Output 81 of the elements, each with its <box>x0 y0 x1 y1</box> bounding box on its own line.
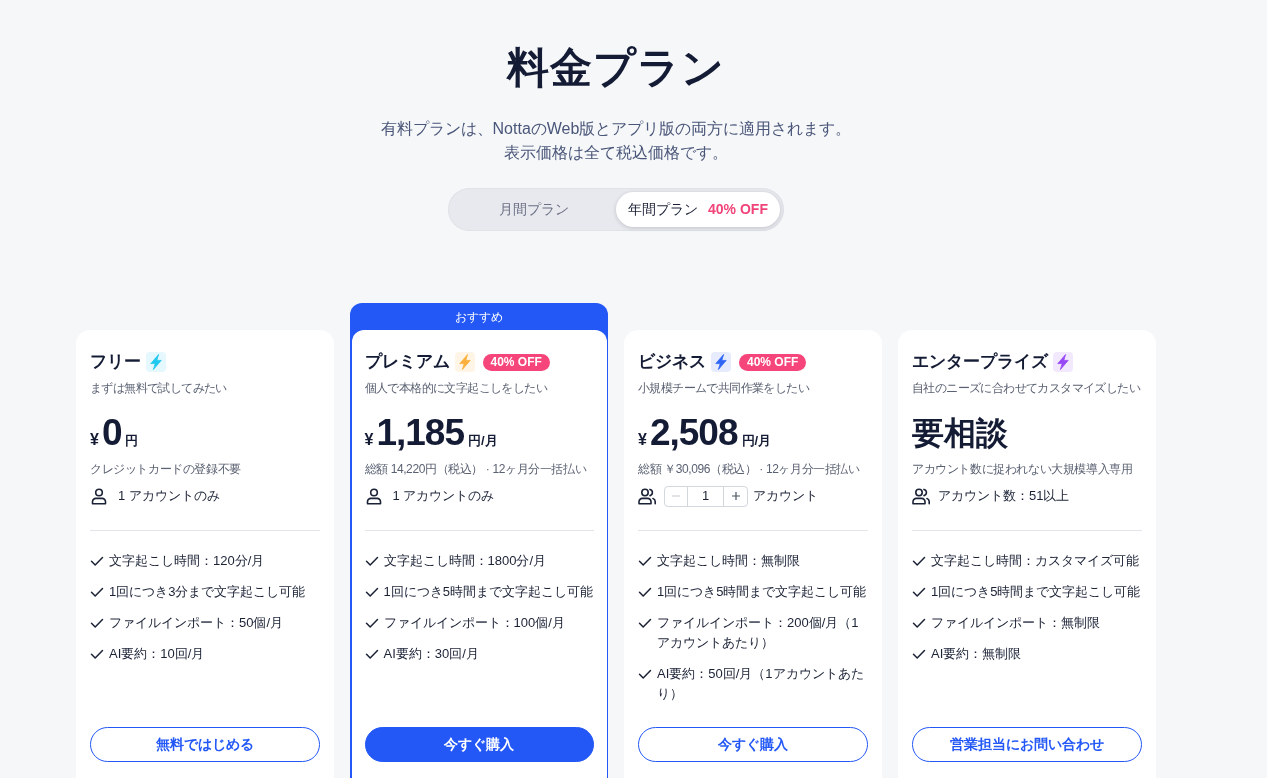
currency-symbol: ¥ <box>90 430 99 450</box>
person-icon <box>364 487 383 505</box>
check-icon <box>638 667 652 681</box>
people-icon <box>912 487 930 505</box>
plus-icon <box>730 491 741 501</box>
price-note: 総額 14,220円（税込） · 12ヶ月分一括払い <box>364 461 588 478</box>
feature-text: 1回につき5時間まで文字起こし可能 <box>657 583 867 601</box>
feature-text: 文字起こし時間：1800分/月 <box>383 552 547 570</box>
discount-badge: 40% OFF <box>482 353 550 371</box>
account-limit: 1 アカウントのみ <box>392 487 495 506</box>
feature-text: AI要約：無制限 <box>931 645 1022 663</box>
billing-tab[interactable]: 月間プラン <box>452 192 616 227</box>
plan-name: ビジネス <box>638 352 706 372</box>
price-note: クレジットカードの登録不要 <box>90 461 242 478</box>
discount-badge: 40% OFF <box>739 353 807 371</box>
plan-tagline: 個人で本格的に文字起こしをしたい <box>364 380 549 397</box>
plan-tagline: まずは無料で試してみたい <box>90 380 228 397</box>
check-icon <box>912 585 926 599</box>
feature-text: AI要約：10回/月 <box>109 645 205 663</box>
plan-action-button[interactable]: 今すぐ購入 <box>364 727 594 762</box>
price-unit: 円/月 <box>468 432 498 450</box>
price-unit: 円 <box>125 432 139 450</box>
lightning-icon <box>146 352 166 372</box>
person-icon <box>90 487 108 505</box>
quantity-stepper[interactable]: 1 <box>664 485 748 507</box>
feature-text: 1回につき3分まで文字起こし可能 <box>109 583 306 601</box>
plan-name: エンタープライズ <box>912 352 1048 372</box>
lightning-icon <box>711 352 731 372</box>
price-unit: 円/月 <box>741 432 772 450</box>
feature-text: AI要約：30回/月 <box>383 645 479 663</box>
currency-symbol: ¥ <box>638 430 647 450</box>
feature-text: 文字起こし時間：カスタマイズ可能 <box>931 552 1139 570</box>
feature-text: ファイルインポート：50個/月 <box>109 614 284 632</box>
plan-tagline: 小規模チームで共同作業をしたい <box>638 380 811 397</box>
subtitle-text: 有料プランは、NottaのWeb版とアプリ版の両方に適用されます。 <box>380 119 852 139</box>
account-limit: 1 アカウントのみ <box>118 487 220 506</box>
check-icon <box>638 554 652 568</box>
check-icon <box>90 585 104 599</box>
lightning-icon <box>454 352 475 372</box>
account-unit: アカウント <box>753 487 818 506</box>
feature-text: 文字起こし時間：120分/月 <box>109 552 265 570</box>
price-note: アカウント数に捉われない大規模導入専用 <box>912 461 1134 478</box>
feature-text: ファイルインポート：無制限 <box>931 614 1100 632</box>
check-icon <box>364 616 379 630</box>
account-limit: アカウント数：51以上 <box>938 487 1070 506</box>
check-icon <box>912 554 926 568</box>
check-icon <box>638 585 652 599</box>
plan-name: フリー <box>90 352 141 372</box>
price-amount: 0 <box>101 411 122 455</box>
feature-text: ファイルインポート：200個/月（1アカウントあたり） <box>657 614 860 652</box>
check-icon <box>364 585 379 599</box>
plan-action-button[interactable]: 営業担当にお問い合わせ <box>912 727 1142 762</box>
check-icon <box>90 616 104 630</box>
page-title: 料金プラン <box>507 44 725 92</box>
check-icon <box>90 554 104 568</box>
discount-text: 40% OFF <box>708 200 768 219</box>
recommended-label: おすすめ <box>455 308 503 325</box>
plan-action-button[interactable]: 無料ではじめる <box>90 727 320 762</box>
feature-text: 1回につき5時間まで文字起こし可能 <box>931 583 1141 601</box>
check-icon <box>364 554 379 568</box>
check-icon <box>912 647 926 661</box>
feature-text: 1回につき5時間まで文字起こし可能 <box>383 583 593 601</box>
lightning-icon <box>1053 352 1073 372</box>
feature-text: 文字起こし時間：無制限 <box>657 552 800 570</box>
plan-action-button[interactable]: 今すぐ購入 <box>638 727 868 762</box>
plan-tagline: 自社のニーズに合わせてカスタマイズしたい <box>912 380 1142 397</box>
feature-text: AI要約：50回/月（1アカウントあたり） <box>657 665 865 703</box>
check-icon <box>638 616 652 630</box>
billing-tab[interactable]: 年間プラン 40% OFF <box>616 192 780 227</box>
plan-name: プレミアム <box>364 352 450 372</box>
subtitle-text: 表示価格は全て税込価格です。 <box>504 143 728 163</box>
feature-text: ファイルインポート：100個/月 <box>383 614 565 632</box>
price-note: 総額 ￥30,096（税込） · 12ヶ月分一括払い <box>638 461 861 478</box>
price-amount: 2,508 <box>649 411 738 455</box>
check-icon <box>90 647 104 661</box>
price-amount: 1,185 <box>376 411 464 455</box>
check-icon <box>364 647 379 661</box>
people-icon <box>638 487 656 505</box>
currency-symbol: ¥ <box>364 430 374 450</box>
price-text: 要相談 <box>912 414 1008 453</box>
check-icon <box>912 616 926 630</box>
